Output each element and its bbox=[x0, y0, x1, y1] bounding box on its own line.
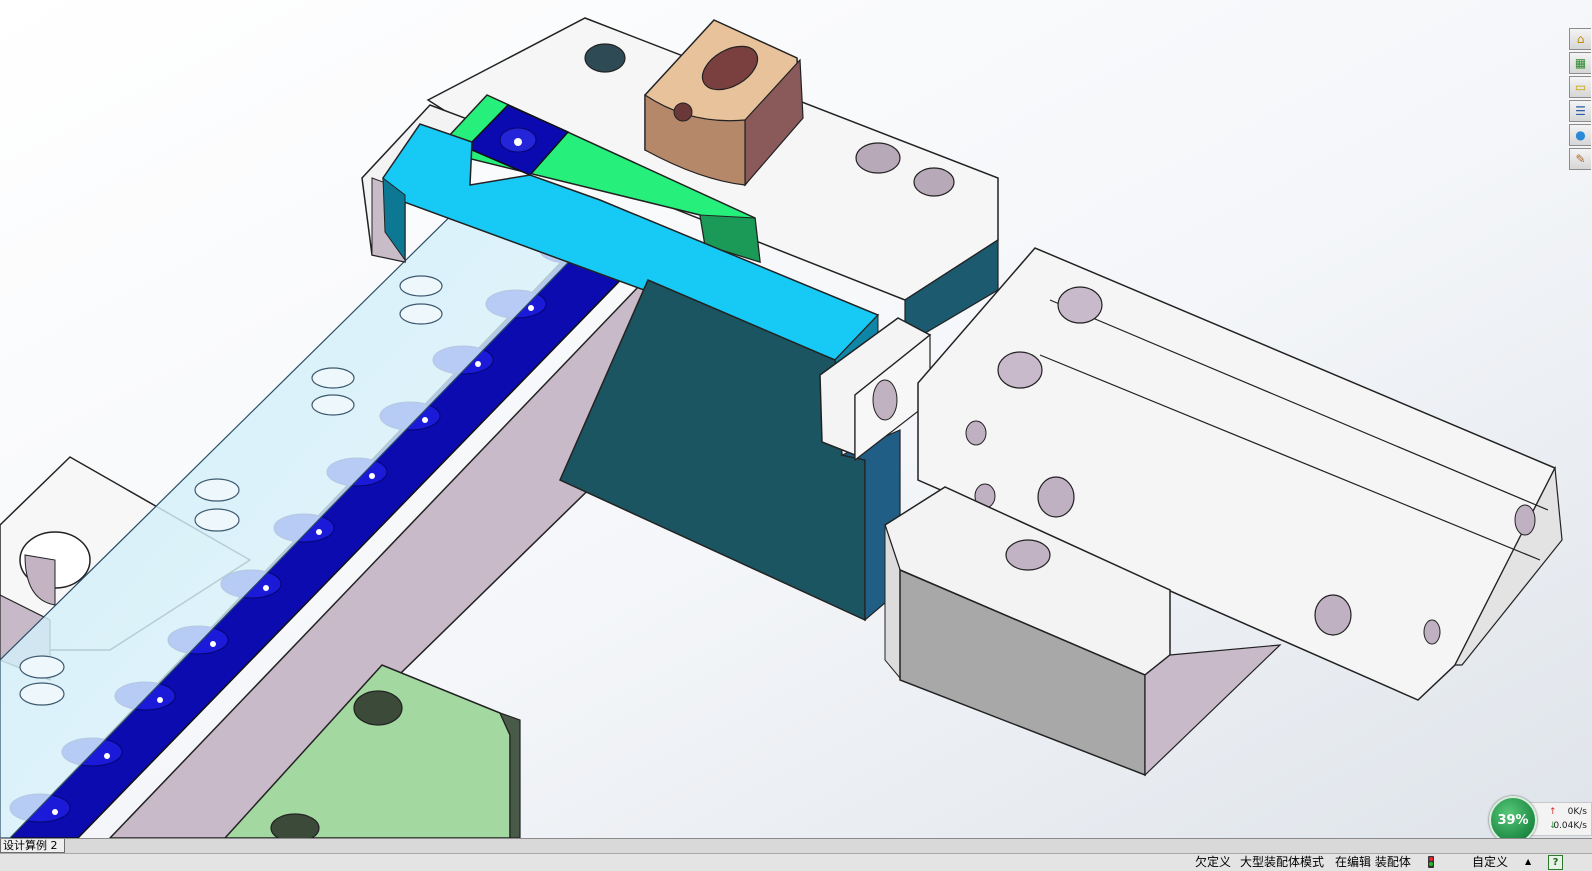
status-bar: 欠定义 大型装配体模式 在编辑 装配体 自定义 ▲ ? bbox=[0, 853, 1592, 871]
view-palette-icon[interactable]: ☰ bbox=[1569, 100, 1591, 122]
solidworks-window: ⌂ ▦ ▭ ☰ ● ✎ ↑ 0K/s ↓ 0.04K/s 39% 设计算例 2 … bbox=[0, 0, 1592, 871]
help-icon[interactable]: ? bbox=[1548, 855, 1563, 870]
document-tab-strip: 设计算例 2 bbox=[0, 838, 1592, 854]
tab-study[interactable]: 设计算例 2 bbox=[0, 839, 65, 853]
home-icon[interactable]: ⌂ bbox=[1569, 28, 1591, 50]
units-dropdown-icon[interactable]: ▲ bbox=[1525, 854, 1531, 870]
appearances-icon[interactable]: ● bbox=[1569, 124, 1591, 146]
units-selector[interactable]: 自定义 bbox=[1472, 854, 1508, 870]
network-speed-widget[interactable]: ↑ 0K/s ↓ 0.04K/s 39% bbox=[1489, 796, 1592, 844]
download-arrow-icon: ↓ bbox=[1549, 821, 1557, 831]
task-pane-tabs: ⌂ ▦ ▭ ☰ ● ✎ bbox=[1569, 28, 1592, 172]
status-editing: 在编辑 装配体 bbox=[1335, 855, 1411, 869]
design-library-icon[interactable]: ▦ bbox=[1569, 52, 1591, 74]
tab-study-label: 设计算例 2 bbox=[3, 839, 58, 852]
network-usage-percent[interactable]: 39% bbox=[1489, 796, 1537, 844]
upload-speed: 0K/s bbox=[1567, 807, 1587, 817]
file-explorer-icon[interactable]: ▭ bbox=[1569, 76, 1591, 98]
custom-properties-icon[interactable]: ✎ bbox=[1569, 148, 1591, 170]
3d-graphics-viewport[interactable] bbox=[0, 0, 1592, 838]
status-definition-state: 欠定义 bbox=[1195, 855, 1232, 869]
assembly-model-view[interactable] bbox=[0, 0, 1592, 838]
upload-arrow-icon: ↑ bbox=[1549, 807, 1557, 817]
rebuild-indicator-icon[interactable] bbox=[1427, 856, 1435, 868]
download-speed: 0.04K/s bbox=[1553, 821, 1587, 831]
status-large-assembly-mode: 大型装配体模式 bbox=[1240, 855, 1325, 869]
network-speed-panel: ↑ 0K/s ↓ 0.04K/s bbox=[1529, 802, 1592, 836]
